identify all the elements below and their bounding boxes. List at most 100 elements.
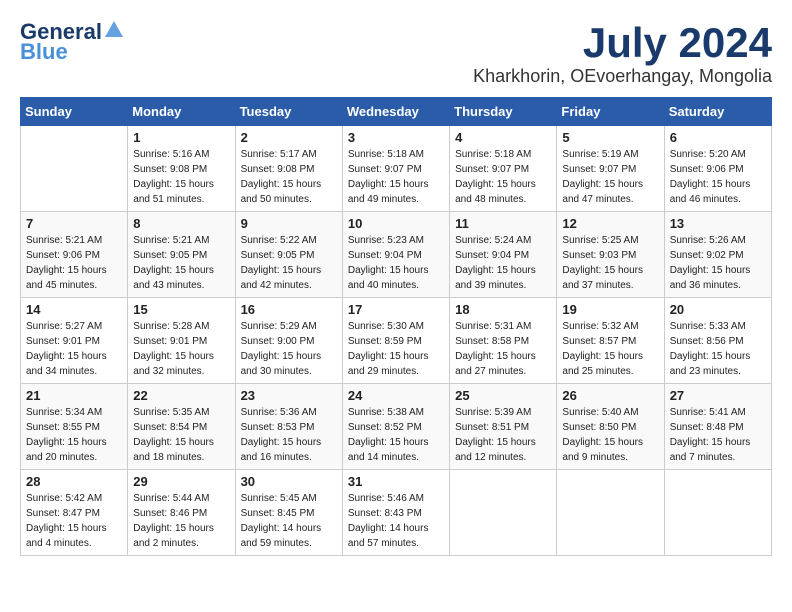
calendar-cell: 24 Sunrise: 5:38 AM Sunset: 8:52 PM Dayli…: [342, 384, 449, 470]
calendar-cell: 25 Sunrise: 5:39 AM Sunset: 8:51 PM Dayli…: [450, 384, 557, 470]
calendar-cell: 18 Sunrise: 5:31 AM Sunset: 8:58 PM Dayli…: [450, 298, 557, 384]
day-info: Sunrise: 5:45 AM Sunset: 8:45 PM Dayligh…: [241, 491, 337, 551]
column-header-thursday: Thursday: [450, 98, 557, 126]
calendar-cell: 8 Sunrise: 5:21 AM Sunset: 9:05 PM Daylig…: [128, 212, 235, 298]
column-header-sunday: Sunday: [21, 98, 128, 126]
calendar-cell: 14Sunrise: 5:27 AM Sunset: 9:01 PM Dayli…: [21, 298, 128, 384]
calendar-cell: 7 Sunrise: 5:21 AM Sunset: 9:06 PM Daylig…: [21, 212, 128, 298]
calendar-cell: 11 Sunrise: 5:24 AM Sunset: 9:04 PM Dayli…: [450, 212, 557, 298]
day-number: 25: [455, 388, 551, 403]
calendar-week-row: 28Sunrise: 5:42 AM Sunset: 8:47 PM Dayli…: [21, 470, 772, 556]
day-info: Sunrise: 5:25 AM Sunset: 9:03 PM Dayligh…: [562, 233, 658, 293]
column-header-saturday: Saturday: [664, 98, 771, 126]
day-number: 11: [455, 216, 551, 231]
calendar-cell: 27 Sunrise: 5:41 AM Sunset: 8:48 PM Dayli…: [664, 384, 771, 470]
calendar-cell: 31Sunrise: 5:46 AM Sunset: 8:43 PM Dayli…: [342, 470, 449, 556]
day-number: 16: [241, 302, 337, 317]
day-number: 24: [348, 388, 444, 403]
day-info: Sunrise: 5:33 AM Sunset: 8:56 PM Dayligh…: [670, 319, 766, 379]
day-info: Sunrise: 5:18 AM Sunset: 9:07 PM Dayligh…: [348, 147, 444, 207]
day-number: 10: [348, 216, 444, 231]
day-number: 13: [670, 216, 766, 231]
day-info: Sunrise: 5:38 AM Sunset: 8:52 PM Dayligh…: [348, 405, 444, 465]
calendar-cell: 16 Sunrise: 5:29 AM Sunset: 9:00 PM Dayli…: [235, 298, 342, 384]
day-info: Sunrise: 5:32 AM Sunset: 8:57 PM Dayligh…: [562, 319, 658, 379]
calendar-cell: 26 Sunrise: 5:40 AM Sunset: 8:50 PM Dayli…: [557, 384, 664, 470]
day-number: 20: [670, 302, 766, 317]
calendar-cell: 3Sunrise: 5:18 AM Sunset: 9:07 PM Daylig…: [342, 126, 449, 212]
day-info: Sunrise: 5:28 AM Sunset: 9:01 PM Dayligh…: [133, 319, 229, 379]
page-header: General Blue July 2024 Kharkhorin, OEvoe…: [20, 20, 772, 87]
calendar-cell: 12 Sunrise: 5:25 AM Sunset: 9:03 PM Dayli…: [557, 212, 664, 298]
day-info: Sunrise: 5:41 AM Sunset: 8:48 PM Dayligh…: [670, 405, 766, 465]
location: Kharkhorin, OEvoerhangay, Mongolia: [473, 66, 772, 87]
logo-blue: Blue: [20, 40, 68, 64]
calendar-week-row: 1 Sunrise: 5:16 AM Sunset: 9:08 PM Daylig…: [21, 126, 772, 212]
column-header-tuesday: Tuesday: [235, 98, 342, 126]
day-number: 4: [455, 130, 551, 145]
day-info: Sunrise: 5:17 AM Sunset: 9:08 PM Dayligh…: [241, 147, 337, 207]
day-info: Sunrise: 5:35 AM Sunset: 8:54 PM Dayligh…: [133, 405, 229, 465]
day-number: 31: [348, 474, 444, 489]
day-info: Sunrise: 5:18 AM Sunset: 9:07 PM Dayligh…: [455, 147, 551, 207]
day-info: Sunrise: 5:22 AM Sunset: 9:05 PM Dayligh…: [241, 233, 337, 293]
day-info: Sunrise: 5:16 AM Sunset: 9:08 PM Dayligh…: [133, 147, 229, 207]
day-info: Sunrise: 5:23 AM Sunset: 9:04 PM Dayligh…: [348, 233, 444, 293]
day-number: 5: [562, 130, 658, 145]
day-number: 30: [241, 474, 337, 489]
calendar-cell: 2 Sunrise: 5:17 AM Sunset: 9:08 PM Daylig…: [235, 126, 342, 212]
day-number: 19: [562, 302, 658, 317]
calendar-header-row: SundayMondayTuesdayWednesdayThursdayFrid…: [21, 98, 772, 126]
calendar-cell: 23 Sunrise: 5:36 AM Sunset: 8:53 PM Dayli…: [235, 384, 342, 470]
calendar-table: SundayMondayTuesdayWednesdayThursdayFrid…: [20, 97, 772, 556]
day-number: 18: [455, 302, 551, 317]
day-info: Sunrise: 5:20 AM Sunset: 9:06 PM Dayligh…: [670, 147, 766, 207]
day-number: 23: [241, 388, 337, 403]
day-number: 27: [670, 388, 766, 403]
day-info: Sunrise: 5:21 AM Sunset: 9:06 PM Dayligh…: [26, 233, 122, 293]
day-number: 14: [26, 302, 122, 317]
calendar-cell: 1 Sunrise: 5:16 AM Sunset: 9:08 PM Daylig…: [128, 126, 235, 212]
day-number: 29: [133, 474, 229, 489]
calendar-cell: 30 Sunrise: 5:45 AM Sunset: 8:45 PM Dayli…: [235, 470, 342, 556]
day-info: Sunrise: 5:36 AM Sunset: 8:53 PM Dayligh…: [241, 405, 337, 465]
calendar-cell: 10 Sunrise: 5:23 AM Sunset: 9:04 PM Dayli…: [342, 212, 449, 298]
month-year: July 2024: [473, 20, 772, 66]
calendar-cell: 20 Sunrise: 5:33 AM Sunset: 8:56 PM Dayli…: [664, 298, 771, 384]
day-info: Sunrise: 5:34 AM Sunset: 8:55 PM Dayligh…: [26, 405, 122, 465]
day-info: Sunrise: 5:21 AM Sunset: 9:05 PM Dayligh…: [133, 233, 229, 293]
day-info: Sunrise: 5:30 AM Sunset: 8:59 PM Dayligh…: [348, 319, 444, 379]
title-block: July 2024 Kharkhorin, OEvoerhangay, Mong…: [473, 20, 772, 87]
logo-icon: [103, 19, 125, 41]
calendar-cell: 28Sunrise: 5:42 AM Sunset: 8:47 PM Dayli…: [21, 470, 128, 556]
calendar-cell: 21Sunrise: 5:34 AM Sunset: 8:55 PM Dayli…: [21, 384, 128, 470]
day-number: 1: [133, 130, 229, 145]
calendar-week-row: 7 Sunrise: 5:21 AM Sunset: 9:06 PM Daylig…: [21, 212, 772, 298]
calendar-cell: 15Sunrise: 5:28 AM Sunset: 9:01 PM Dayli…: [128, 298, 235, 384]
day-number: 26: [562, 388, 658, 403]
day-info: Sunrise: 5:19 AM Sunset: 9:07 PM Dayligh…: [562, 147, 658, 207]
day-number: 12: [562, 216, 658, 231]
calendar-cell: [557, 470, 664, 556]
day-number: 8: [133, 216, 229, 231]
day-info: Sunrise: 5:39 AM Sunset: 8:51 PM Dayligh…: [455, 405, 551, 465]
column-header-wednesday: Wednesday: [342, 98, 449, 126]
calendar-cell: [450, 470, 557, 556]
calendar-cell: [21, 126, 128, 212]
calendar-cell: 4 Sunrise: 5:18 AM Sunset: 9:07 PM Daylig…: [450, 126, 557, 212]
day-info: Sunrise: 5:40 AM Sunset: 8:50 PM Dayligh…: [562, 405, 658, 465]
day-number: 2: [241, 130, 337, 145]
calendar-cell: 5 Sunrise: 5:19 AM Sunset: 9:07 PM Daylig…: [557, 126, 664, 212]
calendar-week-row: 21Sunrise: 5:34 AM Sunset: 8:55 PM Dayli…: [21, 384, 772, 470]
day-info: Sunrise: 5:24 AM Sunset: 9:04 PM Dayligh…: [455, 233, 551, 293]
calendar-cell: 9 Sunrise: 5:22 AM Sunset: 9:05 PM Daylig…: [235, 212, 342, 298]
day-info: Sunrise: 5:29 AM Sunset: 9:00 PM Dayligh…: [241, 319, 337, 379]
calendar-cell: [664, 470, 771, 556]
calendar-cell: 22Sunrise: 5:35 AM Sunset: 8:54 PM Dayli…: [128, 384, 235, 470]
day-number: 17: [348, 302, 444, 317]
calendar-cell: 13Sunrise: 5:26 AM Sunset: 9:02 PM Dayli…: [664, 212, 771, 298]
day-number: 7: [26, 216, 122, 231]
calendar-week-row: 14Sunrise: 5:27 AM Sunset: 9:01 PM Dayli…: [21, 298, 772, 384]
day-number: 9: [241, 216, 337, 231]
day-info: Sunrise: 5:31 AM Sunset: 8:58 PM Dayligh…: [455, 319, 551, 379]
